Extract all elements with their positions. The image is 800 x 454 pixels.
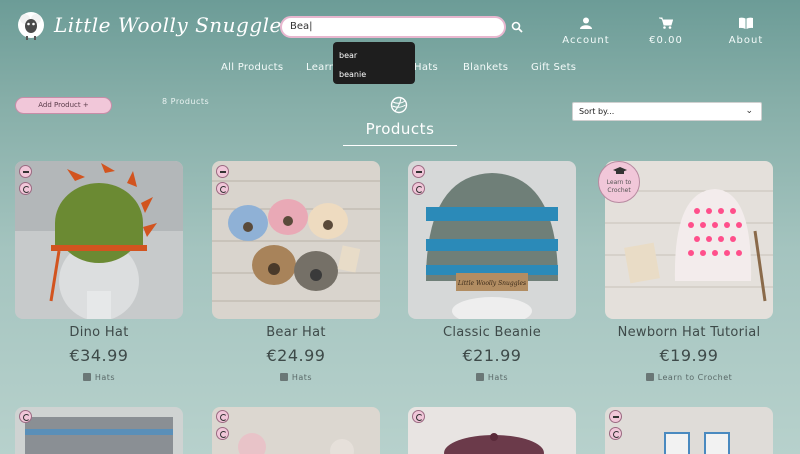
sort-value: Sort by... [579, 107, 615, 116]
cart-link[interactable]: €0.00 [636, 14, 696, 46]
cart-total: €0.00 [649, 35, 683, 46]
user-icon [580, 17, 592, 29]
nav-gift-sets[interactable]: Gift Sets [531, 62, 576, 73]
title-divider [343, 145, 457, 146]
search-input[interactable]: Bea| [280, 16, 506, 38]
product-name[interactable]: Dino Hat [15, 325, 183, 340]
bag-icon [82, 373, 91, 381]
nav-hats[interactable]: Hats [414, 62, 438, 73]
badge-line2: Crochet [607, 187, 631, 194]
logo-text: Little Woolly Snuggles [54, 13, 293, 37]
suggestion-item[interactable]: bear [333, 46, 415, 65]
edit-button[interactable] [609, 427, 622, 440]
product-card[interactable] [212, 407, 380, 454]
sort-select[interactable]: Sort by... ⌄ [572, 102, 762, 121]
chevron-down-icon: ⌄ [745, 106, 753, 116]
suggestion-item[interactable]: beanie [333, 65, 415, 84]
product-image[interactable] [605, 407, 773, 454]
edit-button[interactable] [216, 182, 229, 195]
cart-icon [659, 17, 674, 29]
bag-icon [475, 373, 484, 381]
add-product-button[interactable]: Add Product + [15, 97, 112, 114]
edit-button[interactable] [412, 410, 425, 423]
book-icon [739, 17, 753, 29]
product-count: 8 Products [162, 97, 210, 106]
bag-icon [279, 373, 288, 381]
section-title: Products [365, 120, 435, 138]
product-category[interactable]: Learn to Crochet [605, 373, 773, 382]
edit-button[interactable] [216, 410, 229, 423]
account-label: Account [562, 35, 610, 46]
product-category[interactable]: Hats [212, 373, 380, 382]
delete-button[interactable] [412, 165, 425, 178]
badge-line1: Learn to [606, 179, 632, 186]
product-category[interactable]: Hats [15, 373, 183, 382]
graduation-cap-icon [613, 167, 627, 174]
edit-button[interactable] [19, 410, 32, 423]
dino-hat-photo [15, 161, 183, 319]
bag-icon [645, 373, 654, 381]
product-name[interactable]: Classic Beanie [408, 325, 576, 340]
product-image[interactable] [212, 161, 380, 319]
product-card[interactable] [408, 407, 576, 454]
delete-button[interactable] [216, 165, 229, 178]
account-link[interactable]: Account [556, 14, 616, 46]
product-price: €21.99 [462, 346, 522, 365]
yarn-ball-icon [390, 96, 408, 114]
product-category[interactable]: Hats [408, 373, 576, 382]
product-card[interactable]: Bear Hat €24.99 Hats [212, 161, 380, 382]
bear-hat-photo [212, 161, 380, 319]
nav-learn[interactable]: Learn [306, 62, 335, 73]
about-label: About [728, 35, 764, 46]
search-suggestions: bear beanie [333, 42, 415, 84]
product-price: €24.99 [266, 346, 326, 365]
product-image[interactable] [15, 407, 183, 454]
delete-button[interactable] [19, 165, 32, 178]
nav-blankets[interactable]: Blankets [463, 62, 508, 73]
product-image[interactable] [408, 407, 576, 454]
product-card[interactable] [605, 407, 773, 454]
product-price: €34.99 [69, 346, 129, 365]
product-image[interactable] [15, 161, 183, 319]
nav-all-products[interactable]: All Products [221, 62, 283, 73]
product-name[interactable]: Bear Hat [212, 325, 380, 340]
product-image[interactable]: Little Woolly Snuggles [408, 161, 576, 319]
edit-button[interactable] [19, 182, 32, 195]
product-image[interactable] [212, 407, 380, 454]
product-card[interactable] [15, 407, 183, 454]
edit-button[interactable] [216, 427, 229, 440]
delete-button[interactable] [609, 410, 622, 423]
edit-button[interactable] [412, 182, 425, 195]
sheep-logo-icon [18, 12, 44, 40]
search-icon[interactable] [510, 20, 524, 34]
about-link[interactable]: About [716, 14, 776, 46]
product-price: €19.99 [659, 346, 719, 365]
product-card[interactable]: Dino Hat €34.99 Hats [15, 161, 183, 382]
product-name[interactable]: Newborn Hat Tutorial [605, 325, 773, 340]
learn-to-crochet-badge: Learn to Crochet [598, 161, 640, 203]
product-card[interactable]: Little Woolly Snuggles Classic Beanie €2… [408, 161, 576, 382]
logo[interactable]: Little Woolly Snuggles [16, 10, 293, 40]
hat-label-text: Little Woolly Snuggles [457, 280, 526, 287]
classic-beanie-photo: Little Woolly Snuggles [408, 161, 576, 319]
